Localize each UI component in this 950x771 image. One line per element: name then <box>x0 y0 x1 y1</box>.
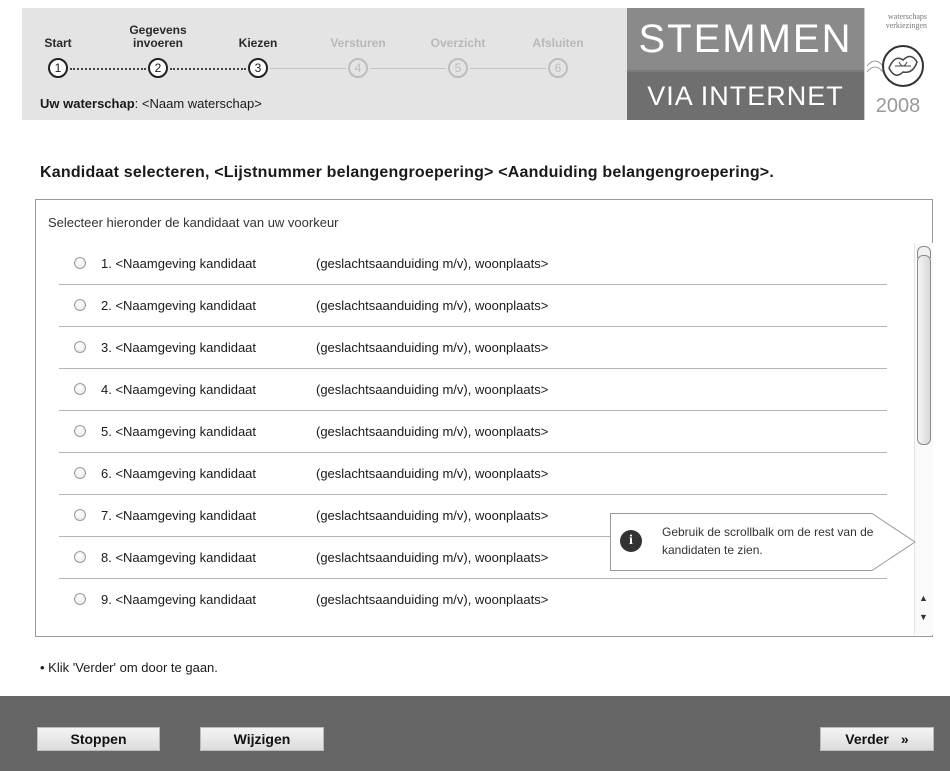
waterschapsverkiezingen-logo: waterschaps verkiezingen 2008 <box>864 8 931 120</box>
instruction-note: • Klik 'Verder' om door te gaan. <box>40 660 218 675</box>
candidate-details: (geslachtsaanduiding m/v), woonplaats> <box>316 256 549 271</box>
candidate-radio[interactable] <box>74 341 86 353</box>
candidate-details: (geslachtsaanduiding m/v), woonplaats> <box>316 592 549 607</box>
step-connector <box>370 68 446 69</box>
banner-subtitle: VIA INTERNET <box>627 72 864 120</box>
logo-year: 2008 <box>875 95 921 117</box>
candidate-radio[interactable] <box>74 257 86 269</box>
scroll-down-icon[interactable]: ▼ <box>919 612 928 622</box>
candidate-name: 8. <Naamgeving kandidaat <box>101 550 257 565</box>
candidate-name: 3. <Naamgeving kandidaat <box>101 340 257 355</box>
candidate-name: 5. <Naamgeving kandidaat <box>101 424 257 439</box>
candidate-row[interactable]: 9. <Naamgeving kandidaat (geslachtsaandui… <box>59 579 887 619</box>
scrollbar[interactable]: ▲ ▼ <box>914 243 933 635</box>
waterschap-line: Uw waterschap: <Naam waterschap> <box>40 96 262 111</box>
scroll-up-icon[interactable]: ▲ <box>919 593 928 603</box>
candidate-radio[interactable] <box>74 299 86 311</box>
candidate-row[interactable]: 2. <Naamgeving kandidaat (geslachtsaandui… <box>59 285 887 327</box>
candidate-row[interactable]: 5. <Naamgeving kandidaat (geslachtsaandui… <box>59 411 887 453</box>
candidate-row[interactable]: 6. <Naamgeving kandidaat (geslachtsaandui… <box>59 453 887 495</box>
candidate-radio[interactable] <box>74 509 86 521</box>
step-connector <box>470 68 546 69</box>
candidate-radio[interactable] <box>74 551 86 563</box>
step-circle-5: 5 <box>448 58 468 78</box>
candidate-panel: Selecteer hieronder de kandidaat van uw … <box>35 199 933 637</box>
candidate-row[interactable]: 3. <Naamgeving kandidaat (geslachtsaandui… <box>59 327 887 369</box>
step-circle-2: 2 <box>148 58 168 78</box>
edit-button[interactable]: Wijzigen <box>200 727 324 751</box>
candidate-name: 9. <Naamgeving kandidaat <box>101 592 257 607</box>
step-label-3: Kiezen <box>238 36 278 50</box>
candidate-row[interactable]: 1. <Naamgeving kandidaat (geslachtsaandui… <box>59 243 887 285</box>
candidate-radio[interactable] <box>74 383 86 395</box>
candidate-name: 6. <Naamgeving kandidaat <box>101 466 257 481</box>
double-chevron-right-icon: » <box>900 731 909 747</box>
banner: STEMMEN VIA INTERNET <box>627 8 864 120</box>
waterschap-label: Uw waterschap <box>40 96 135 111</box>
step-connector <box>270 68 346 69</box>
info-icon: i <box>620 530 642 552</box>
step-label-1: Start <box>44 36 72 50</box>
footer: Stoppen Wijzigen Verder » <box>0 696 950 771</box>
page-title: Kandidaat selecteren, <Lijstnummer belan… <box>40 164 774 181</box>
step-label-4: Versturen <box>330 36 386 50</box>
banner-title: STEMMEN <box>627 8 864 70</box>
candidate-details: (geslachtsaanduiding m/v), woonplaats> <box>316 340 549 355</box>
header: Start 1 Gegevens invoeren 2 Kiezen 3 Versturen… <box>22 8 931 120</box>
candidate-details: (geslachtsaanduiding m/v), woonplaats> <box>316 298 549 313</box>
panel-header: Selecteer hieronder de kandidaat van uw … <box>48 215 339 230</box>
step-label-6: Afsluiten <box>532 36 584 50</box>
next-button[interactable]: Verder » <box>820 727 934 751</box>
stop-button[interactable]: Stoppen <box>37 727 160 751</box>
step-circle-4: 4 <box>348 58 368 78</box>
next-button-label: Verder <box>845 731 889 747</box>
candidate-name: 2. <Naamgeving kandidaat <box>101 298 257 313</box>
step-circle-3: 3 <box>248 58 268 78</box>
candidate-name: 4. <Naamgeving kandidaat <box>101 382 257 397</box>
step-circle-1: 1 <box>48 58 68 78</box>
scroll-tooltip: i Gebruik de scrollbalk om de rest van d… <box>610 513 916 571</box>
tooltip-text: Gebruik de scrollbalk om de rest van de … <box>662 525 874 557</box>
candidate-radio[interactable] <box>74 467 86 479</box>
step-circle-6: 6 <box>548 58 568 78</box>
logo-emblem-icon <box>866 45 924 87</box>
step-label-5: Overzicht <box>430 36 486 50</box>
candidate-details: (geslachtsaanduiding m/v), woonplaats> <box>316 550 549 565</box>
candidate-name: 7. <Naamgeving kandidaat <box>101 508 257 523</box>
candidate-details: (geslachtsaanduiding m/v), woonplaats> <box>316 424 549 439</box>
candidate-details: (geslachtsaanduiding m/v), woonplaats> <box>316 508 549 523</box>
candidate-name: 1. <Naamgeving kandidaat <box>101 256 257 271</box>
candidate-radio[interactable] <box>74 425 86 437</box>
step-label-2: Gegevens invoeren <box>129 23 187 50</box>
candidate-details: (geslachtsaanduiding m/v), woonplaats> <box>316 466 549 481</box>
scrollbar-thumb[interactable] <box>917 255 931 445</box>
step-connector <box>70 68 146 70</box>
candidate-details: (geslachtsaanduiding m/v), woonplaats> <box>316 382 549 397</box>
waterschap-value: : <Naam waterschap> <box>134 96 262 111</box>
step-connector <box>170 68 246 70</box>
candidate-radio[interactable] <box>74 593 86 605</box>
candidate-row[interactable]: 4. <Naamgeving kandidaat (geslachtsaandui… <box>59 369 887 411</box>
